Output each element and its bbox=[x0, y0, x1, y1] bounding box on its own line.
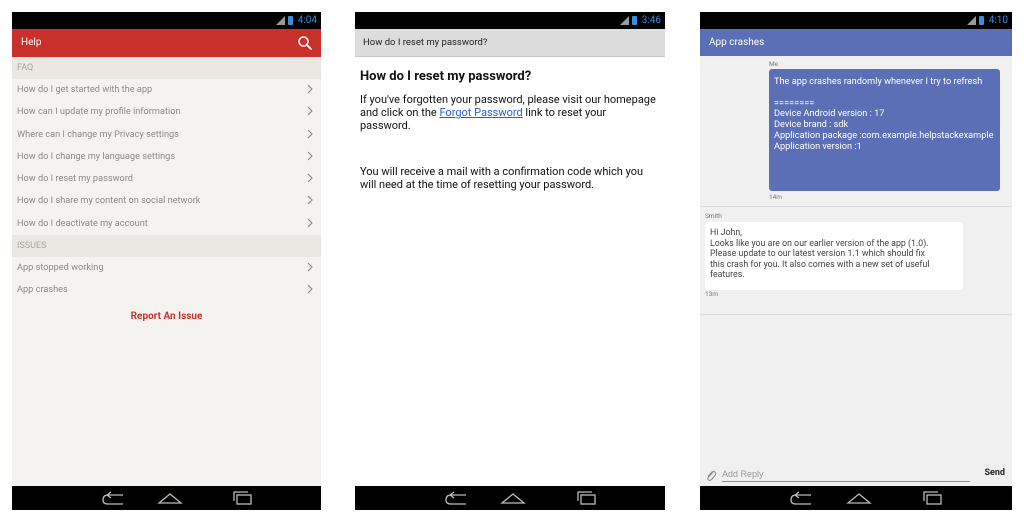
article-body: How do I reset my password? If you've fo… bbox=[360, 69, 657, 223]
signal-icon bbox=[275, 16, 285, 25]
signal-icon bbox=[619, 16, 629, 25]
app-bar: App crashes bbox=[700, 29, 1012, 56]
reply-bar: Send bbox=[700, 463, 1012, 486]
chevron-right-icon bbox=[307, 262, 313, 272]
message-text: The app crashes randomly whenever I try … bbox=[774, 76, 994, 152]
status-time: 4:04 bbox=[297, 15, 317, 26]
article-title: How do I reset my password? bbox=[360, 69, 532, 84]
issues-section-header: ISSUES bbox=[12, 235, 321, 258]
issue-item[interactable]: App stopped working bbox=[12, 257, 321, 279]
message-time: 13m bbox=[705, 290, 719, 298]
chevron-right-icon bbox=[307, 151, 313, 161]
search-icon[interactable] bbox=[297, 35, 313, 51]
sender-label-smith: Smith bbox=[705, 212, 722, 220]
reply-input[interactable] bbox=[722, 467, 970, 482]
faq-section-header: FAQ bbox=[12, 57, 321, 79]
chevron-right-icon bbox=[307, 129, 313, 138]
nav-bar bbox=[355, 486, 665, 510]
chevron-right-icon bbox=[307, 218, 313, 228]
recents-icon[interactable] bbox=[918, 490, 948, 506]
page-title: App crashes bbox=[709, 37, 765, 48]
battery-icon bbox=[287, 16, 293, 25]
recents-icon[interactable] bbox=[572, 490, 602, 506]
battery-icon bbox=[631, 16, 637, 25]
list-item-label: Where can I change my Privacy settings bbox=[17, 128, 179, 140]
message-text: Hi John, Looks like you are on our earli… bbox=[710, 228, 930, 281]
faq-item[interactable]: How do I change my language settings bbox=[12, 146, 321, 168]
divider bbox=[700, 206, 1012, 207]
list-item-label: How do I reset my password bbox=[17, 173, 133, 185]
article-paragraph: You will receive a mail with a confirmat… bbox=[360, 164, 644, 191]
faq-item[interactable]: How do I share my content on social netw… bbox=[12, 190, 321, 212]
chevron-right-icon bbox=[307, 173, 313, 183]
chevron-right-icon bbox=[307, 84, 313, 94]
chevron-right-icon bbox=[307, 106, 313, 116]
message-thread: Me The app crashes randomly whenever I t… bbox=[700, 56, 1012, 463]
send-button[interactable]: Send bbox=[984, 468, 1005, 478]
list-item-label: App stopped working bbox=[17, 262, 104, 274]
list-item-label: How do I change my language settings bbox=[17, 150, 176, 162]
divider bbox=[700, 314, 1012, 315]
status-bar: 4:04 bbox=[12, 12, 321, 29]
faq-list: FAQ How do I get started with the app How… bbox=[12, 57, 321, 486]
home-icon[interactable] bbox=[498, 490, 528, 506]
status-time: 3:46 bbox=[641, 15, 661, 26]
article-screen: 3:46 How do I reset my password? How do … bbox=[355, 12, 665, 510]
attachment-icon[interactable] bbox=[705, 468, 717, 482]
list-item-label: App crashes bbox=[17, 284, 68, 296]
page-title: How do I reset my password? bbox=[363, 37, 488, 48]
sender-label-me: Me bbox=[769, 60, 779, 68]
battery-icon bbox=[978, 16, 984, 25]
back-icon[interactable] bbox=[787, 490, 817, 506]
app-bar: Help bbox=[12, 29, 321, 57]
status-bar: 3:46 bbox=[355, 12, 665, 29]
help-screen: 4:04 Help FAQ How do I get started with … bbox=[12, 12, 321, 510]
signal-icon bbox=[966, 16, 976, 25]
conversation-screen: 4:10 App crashes Me The app crashes rand… bbox=[700, 12, 1012, 510]
list-item-label: How do I deactivate my account bbox=[17, 217, 148, 229]
nav-bar bbox=[12, 486, 321, 510]
message-bubble-smith: Hi John, Looks like you are on our earli… bbox=[705, 222, 963, 290]
faq-item[interactable]: How can I update my profile information bbox=[12, 101, 321, 123]
back-icon[interactable] bbox=[442, 490, 472, 506]
nav-bar bbox=[700, 486, 1012, 510]
message-time: 14m bbox=[769, 193, 783, 201]
status-bar: 4:10 bbox=[700, 12, 1012, 29]
forgot-password-link[interactable]: Forgot Password bbox=[439, 106, 522, 119]
issue-item[interactable]: App crashes bbox=[12, 279, 321, 301]
list-item-label: How do I get started with the app bbox=[17, 84, 153, 95]
faq-item[interactable]: How do I reset my password bbox=[12, 168, 321, 190]
recents-icon[interactable] bbox=[228, 490, 258, 506]
list-item-label: How do I share my content on social netw… bbox=[17, 195, 201, 207]
article-paragraph: If you've forgotten your password, pleas… bbox=[360, 93, 657, 133]
list-item-label: How can I update my profile information bbox=[17, 106, 181, 118]
report-issue-button[interactable]: Report An Issue bbox=[12, 304, 321, 329]
message-bubble-me: The app crashes randomly whenever I try … bbox=[769, 69, 1000, 191]
back-icon[interactable] bbox=[99, 490, 129, 506]
faq-item[interactable]: How do I get started with the app bbox=[12, 79, 321, 101]
home-icon[interactable] bbox=[155, 490, 185, 506]
home-icon[interactable] bbox=[844, 490, 874, 506]
app-bar: How do I reset my password? bbox=[355, 29, 665, 57]
status-time: 4:10 bbox=[988, 15, 1008, 26]
chevron-right-icon bbox=[307, 196, 313, 205]
faq-item[interactable]: How do I deactivate my account bbox=[12, 213, 321, 235]
faq-item[interactable]: Where can I change my Privacy settings bbox=[12, 124, 321, 146]
chevron-right-icon bbox=[307, 284, 313, 294]
page-title: Help bbox=[21, 37, 42, 48]
